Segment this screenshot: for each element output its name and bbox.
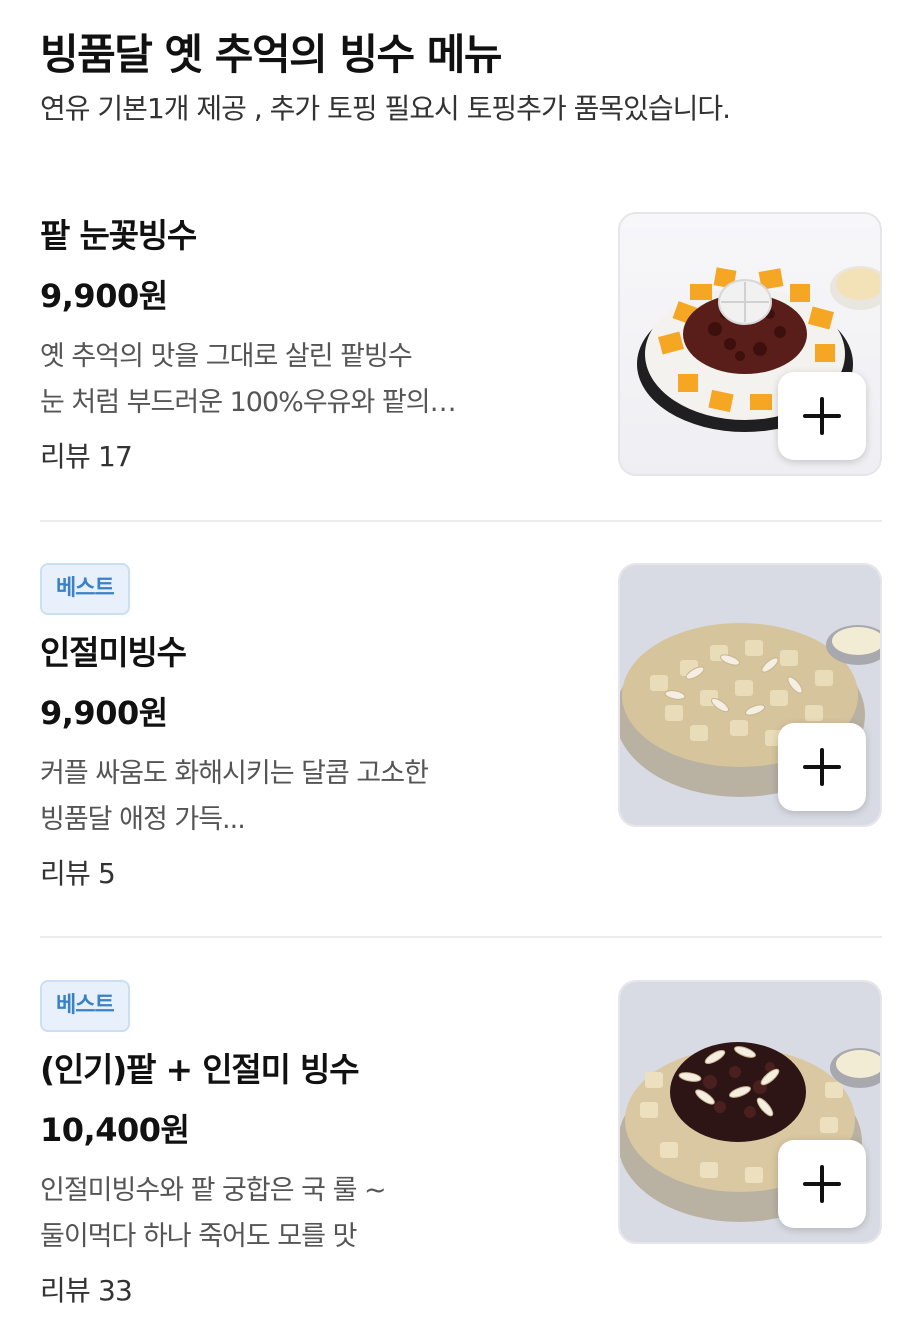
item-name: (인기)팥 + 인절미 빙수 [40, 1050, 360, 1089]
item-description: 옛 추억의 맛을 그대로 살린 팥빙수 눈 처럼 부드러운 100%우유와 팥의… [40, 334, 580, 426]
item-name: 팥 눈꽃빙수 [40, 216, 197, 255]
item-description-line: 커플 싸움도 화해시키는 달콤 고소한 [40, 758, 429, 789]
item-description-line: 눈 처럼 부드러운 100%우유와 팥의… [40, 387, 457, 418]
plus-icon [803, 748, 841, 786]
item-price: 9,900원 [40, 277, 168, 315]
bingsu-red-bean-mango-image[interactable] [618, 212, 882, 476]
bingsu-injeolmi-image[interactable] [618, 563, 882, 827]
item-description-line: 둘이먹다 하나 죽어도 모를 맛 [40, 1221, 357, 1252]
item-info: 팥 눈꽃빙수 9,900원 옛 추억의 맛을 그대로 살린 팥빙수 눈 처럼 부… [40, 214, 580, 476]
divider [40, 936, 882, 938]
menu-item-red-bean-injeolmi[interactable]: 베스트 (인기)팥 + 인절미 빙수 10,400원 인절미빙수와 팥 궁합은 … [40, 980, 882, 1320]
item-info: 베스트 (인기)팥 + 인절미 빙수 10,400원 인절미빙수와 팥 궁합은 … [40, 980, 580, 1310]
item-name: 인절미빙수 [40, 633, 187, 672]
add-to-cart-button[interactable] [778, 1140, 866, 1228]
item-description: 커플 싸움도 화해시키는 달콤 고소한 빙품달 애정 가득... [40, 751, 580, 843]
best-badge: 베스트 [40, 980, 130, 1032]
item-price: 10,400원 [40, 1111, 190, 1149]
item-description-line: 옛 추억의 맛을 그대로 살린 팥빙수 [40, 341, 413, 372]
item-review-count[interactable]: 리뷰 33 [40, 1272, 580, 1310]
item-info: 베스트 인절미빙수 9,900원 커플 싸움도 화해시키는 달콤 고소한 빙품달… [40, 563, 580, 893]
best-badge: 베스트 [40, 563, 130, 615]
item-review-count[interactable]: 리뷰 17 [40, 438, 580, 476]
plus-icon [803, 1165, 841, 1203]
add-to-cart-button[interactable] [778, 723, 866, 811]
item-description-line: 인절미빙수와 팥 궁합은 국 룰 ~ [40, 1175, 387, 1206]
item-price: 9,900원 [40, 694, 168, 732]
item-description-line: 빙품달 애정 가득... [40, 804, 246, 835]
add-to-cart-button[interactable] [778, 372, 866, 460]
menu-header: 빙품달 옛 추억의 빙수 메뉴 연유 기본1개 제공 , 추가 토핑 필요시 토… [40, 28, 880, 128]
page-title: 빙품달 옛 추억의 빙수 메뉴 [40, 30, 503, 79]
menu-item-red-bean-snow[interactable]: 팥 눈꽃빙수 9,900원 옛 추억의 맛을 그대로 살린 팥빙수 눈 처럼 부… [40, 212, 882, 478]
item-description: 인절미빙수와 팥 궁합은 국 룰 ~ 둘이먹다 하나 죽어도 모를 맛 [40, 1168, 580, 1260]
plus-icon [803, 397, 841, 435]
page-subtitle: 연유 기본1개 제공 , 추가 토핑 필요시 토핑추가 품목있습니다. [40, 92, 731, 125]
menu-item-injeolmi[interactable]: 베스트 인절미빙수 9,900원 커플 싸움도 화해시키는 달콤 고소한 빙품달… [40, 563, 882, 895]
divider [40, 520, 882, 522]
bingsu-red-bean-injeolmi-image[interactable] [618, 980, 882, 1244]
item-review-count[interactable]: 리뷰 5 [40, 855, 580, 893]
